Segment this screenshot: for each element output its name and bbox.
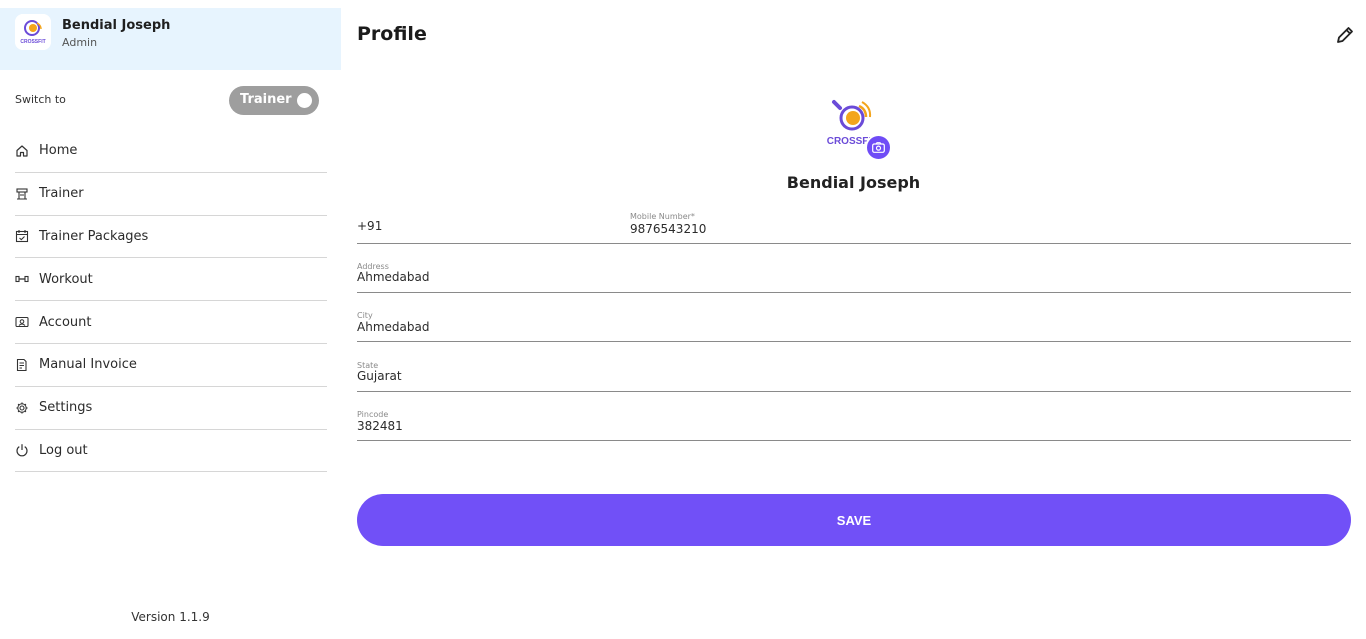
sidebar-item-label: Home <box>39 143 78 159</box>
trainer-icon <box>15 187 29 201</box>
pencil-icon <box>1337 27 1353 43</box>
save-button[interactable]: SAVE <box>357 494 1351 546</box>
role-toggle[interactable]: Trainer <box>229 86 319 115</box>
sidebar-item-label: Account <box>39 314 92 330</box>
sidebar-item-manual-invoice[interactable]: Manual Invoice <box>15 344 327 387</box>
home-icon <box>15 144 29 158</box>
svg-text:CROSSFIT: CROSSFIT <box>20 39 45 45</box>
dumbbell-icon <box>15 272 29 286</box>
sidebar-item-label: Trainer <box>39 186 84 202</box>
country-code-selector[interactable]: +91 <box>357 219 382 233</box>
city-label: City <box>357 311 373 320</box>
sidebar-item-settings[interactable]: Settings <box>15 387 327 430</box>
sidebar-item-trainer[interactable]: Trainer <box>15 173 327 216</box>
user-card[interactable]: CROSSFIT Bendial Joseph Admin <box>0 8 341 70</box>
sidebar-item-label: Manual Invoice <box>39 357 137 373</box>
toggle-text: Trainer <box>240 92 292 107</box>
state-input[interactable]: Gujarat <box>357 369 1351 383</box>
invoice-icon <box>15 358 29 372</box>
power-icon <box>15 443 29 457</box>
sidebar-item-logout[interactable]: Log out <box>15 430 327 473</box>
sidebar-item-trainer-packages[interactable]: Trainer Packages <box>15 216 327 259</box>
state-field: State Gujarat <box>357 357 1351 392</box>
user-name: Bendial Joseph <box>62 18 171 33</box>
account-icon <box>15 315 29 329</box>
pincode-input[interactable]: 382481 <box>357 419 1351 433</box>
calendar-check-icon <box>15 229 29 243</box>
city-field: City Ahmedabad <box>357 307 1351 342</box>
switch-label: Switch to <box>15 93 66 106</box>
page-title: Profile <box>357 23 427 45</box>
address-input[interactable]: Ahmedabad <box>357 270 1351 284</box>
sidebar-item-home[interactable]: Home <box>15 130 327 173</box>
sidebar: CROSSFIT Bendial Joseph Admin Switch to … <box>0 0 341 639</box>
crossfit-logo-icon: CROSSFIT <box>15 14 51 50</box>
camera-icon <box>872 142 885 153</box>
address-field: Address Ahmedabad <box>357 258 1351 293</box>
sidebar-item-label: Log out <box>39 442 88 458</box>
change-photo-button[interactable] <box>865 134 892 161</box>
pincode-label: Pincode <box>357 410 389 419</box>
sidebar-item-workout[interactable]: Workout <box>15 258 327 302</box>
sidebar-item-label: Trainer Packages <box>39 228 149 244</box>
mobile-number-label: Mobile Number* <box>630 212 695 221</box>
city-input[interactable]: Ahmedabad <box>357 320 1351 334</box>
avatar: CROSSFIT <box>15 14 51 50</box>
mobile-number-input[interactable]: 9876543210 <box>630 222 706 236</box>
app: CROSSFIT Bendial Joseph Admin Switch to … <box>0 0 1366 639</box>
gear-icon <box>15 401 29 415</box>
sidebar-item-label: Settings <box>39 400 93 416</box>
mobile-number-field: +91 Mobile Number* 9876543210 <box>357 208 1351 244</box>
sidebar-item-account[interactable]: Account <box>15 301 327 344</box>
edit-button[interactable] <box>1334 24 1356 46</box>
profile-name: Bendial Joseph <box>786 173 921 192</box>
app-version: Version 1.1.9 <box>131 610 210 624</box>
user-role: Admin <box>62 36 98 49</box>
sidebar-nav: Home Trainer Trainer Packages Workout Ac… <box>15 130 327 473</box>
toggle-knob <box>297 93 312 108</box>
sidebar-item-label: Workout <box>39 271 93 287</box>
pincode-field: Pincode 382481 <box>357 406 1351 441</box>
